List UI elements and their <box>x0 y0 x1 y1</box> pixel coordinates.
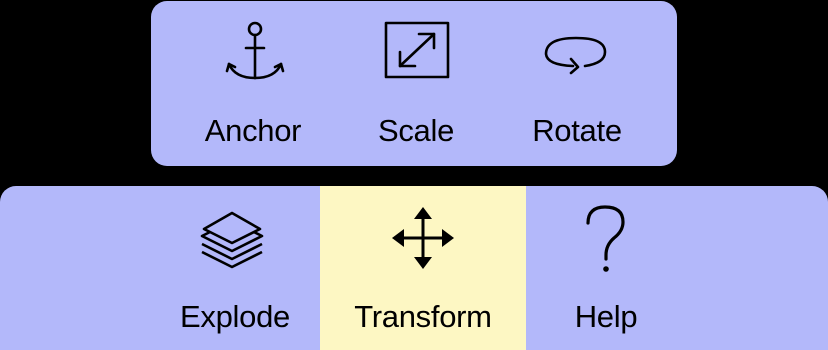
move-icon <box>392 207 454 269</box>
question-mark-icon <box>586 205 625 272</box>
layers-icon <box>200 211 264 269</box>
rotate-button[interactable]: Rotate <box>498 1 656 166</box>
transform-label: Transform <box>354 299 492 334</box>
transform-button[interactable]: Transform <box>320 186 526 350</box>
scale-icon <box>384 21 450 79</box>
explode-button[interactable]: Explode <box>150 186 320 350</box>
help-label: Help <box>574 299 638 334</box>
scale-label: Scale <box>377 113 455 148</box>
help-button[interactable]: Help <box>526 186 686 350</box>
scale-button[interactable]: Scale <box>336 1 496 166</box>
rotate-icon <box>544 36 607 75</box>
bottom-toolbar: Explode Transform Help <box>0 186 828 350</box>
explode-label: Explode <box>180 299 290 334</box>
anchor-icon <box>225 21 285 80</box>
anchor-label: Anchor <box>204 113 302 148</box>
transform-options-popover: Anchor Scale Rotate <box>151 1 677 166</box>
rotate-label: Rotate <box>532 113 622 148</box>
anchor-button[interactable]: Anchor <box>172 1 334 166</box>
